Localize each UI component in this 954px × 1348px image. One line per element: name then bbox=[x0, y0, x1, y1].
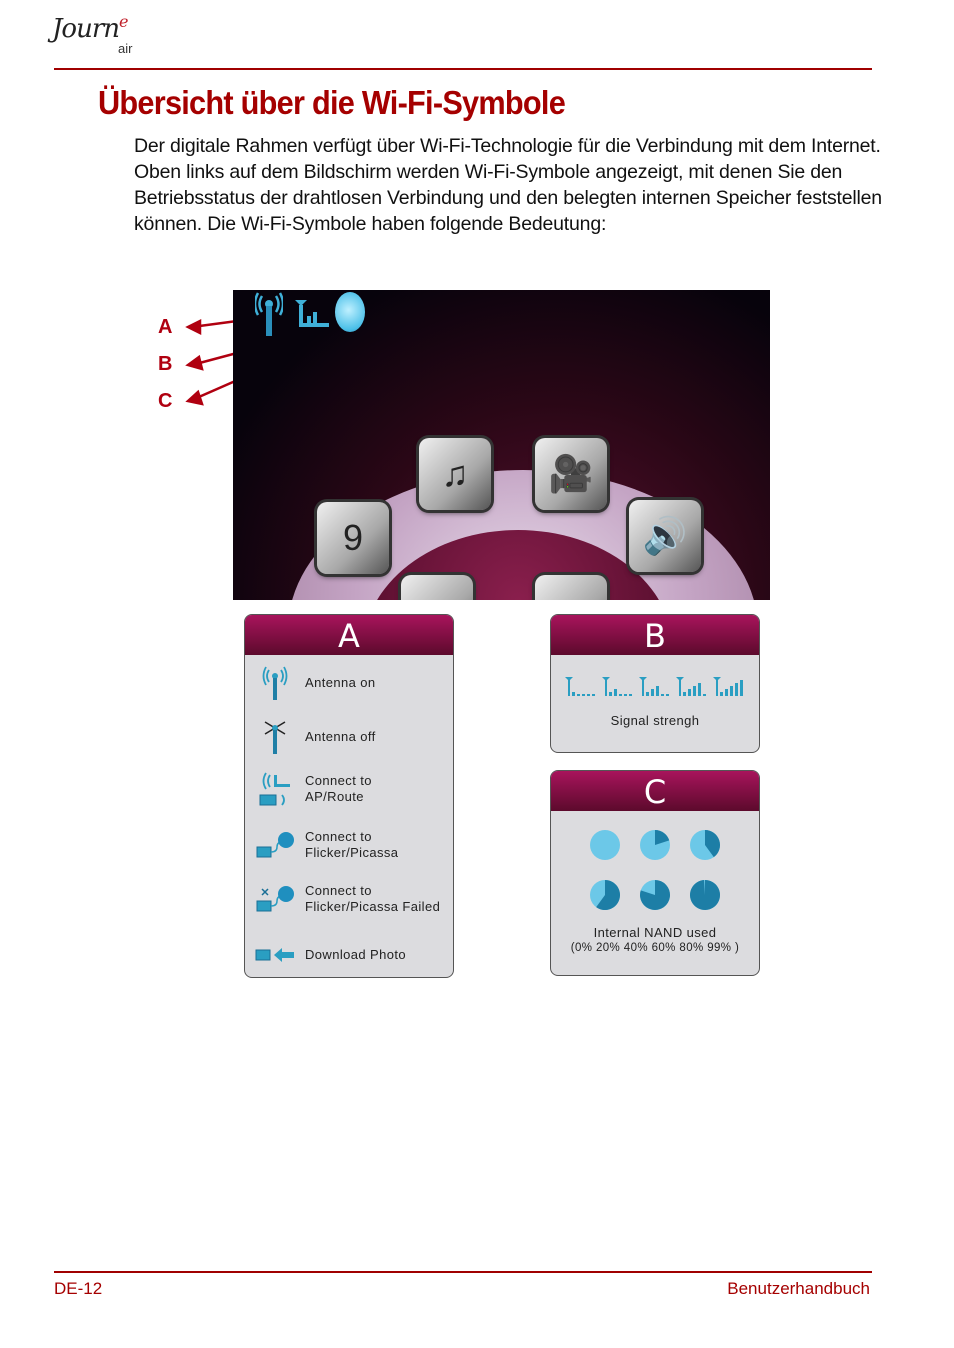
legend-item-antenna-on: Antenna on bbox=[245, 665, 453, 701]
antenna-off-icon bbox=[264, 721, 286, 754]
connect-ap-icon bbox=[259, 772, 290, 806]
nand-usage-grid bbox=[590, 830, 720, 910]
nand-caption: Internal NAND used bbox=[593, 925, 717, 940]
page-title: Übersicht über die Wi-Fi-Symbole bbox=[98, 84, 566, 121]
legend-label: Antenna on bbox=[305, 675, 376, 690]
logo-suffix: air bbox=[118, 41, 133, 56]
journe-air-logo: Journe air bbox=[52, 12, 142, 64]
signal-level-5-icon bbox=[713, 677, 743, 696]
legend-item-antenna-off: Antenna off bbox=[245, 719, 453, 755]
legend-label: Connect to Flicker/Picassa Failed bbox=[305, 883, 441, 914]
logo-script: Journe bbox=[52, 12, 129, 44]
calendar-app-tile[interactable]: 9 bbox=[317, 502, 389, 574]
connect-flickr-failed-icon bbox=[256, 886, 294, 912]
nand-usage-20-icon bbox=[640, 830, 670, 860]
signal-strength-icon bbox=[295, 300, 329, 327]
header-divider bbox=[54, 68, 872, 70]
panel-a-header: A bbox=[245, 615, 453, 655]
legend-panel-a: A Antenna on Antenna off Connect to AP/R… bbox=[244, 614, 454, 978]
signal-caption: Signal strengh bbox=[610, 713, 700, 728]
legend-item-connect-flickr: Connect to Flicker/Picassa bbox=[245, 825, 453, 865]
signal-level-1-icon bbox=[565, 677, 595, 696]
intro-paragraph: Der digitale Rahmen verfügt über Wi-Fi-T… bbox=[134, 135, 882, 235]
legend-item-connect-ap: Connect to AP/Route bbox=[245, 769, 453, 809]
device-screen: 9 ♫ 🎥 🔊 bbox=[233, 290, 770, 600]
nand-usage-0-icon bbox=[590, 830, 620, 860]
signal-levels bbox=[565, 677, 743, 696]
nand-usage-icon bbox=[335, 292, 365, 332]
manual-name: Benutzerhandbuch bbox=[727, 1279, 870, 1298]
arrowhead-a bbox=[185, 318, 202, 336]
nand-usage-80-icon bbox=[640, 880, 670, 910]
signal-level-3-icon bbox=[639, 677, 669, 696]
signal-level-4-icon bbox=[676, 677, 706, 696]
nand-usage-60-icon bbox=[590, 880, 620, 910]
photo-music-app-tile[interactable]: ♫ bbox=[419, 438, 491, 510]
legend-label: Connect to Flicker/Picassa bbox=[305, 829, 399, 860]
legend-item-connect-flickr-failed: Connect to Flicker/Picassa Failed bbox=[245, 879, 453, 919]
app-tile-lower-right[interactable] bbox=[535, 575, 607, 600]
arrowhead-b bbox=[185, 354, 204, 371]
antenna-on-icon bbox=[262, 666, 288, 700]
connect-flickr-icon bbox=[256, 832, 294, 858]
app-tile-lower-left[interactable] bbox=[401, 575, 473, 600]
page-number: DE-12 bbox=[54, 1279, 103, 1298]
panel-b-header: B bbox=[551, 615, 759, 655]
nand-usage-99-icon bbox=[690, 880, 720, 910]
legend-item-download-photo: Download Photo bbox=[245, 943, 453, 967]
legend-label: Connect to AP/Route bbox=[305, 773, 372, 804]
video-app-tile[interactable]: 🎥 bbox=[535, 438, 607, 510]
speaker-app-tile[interactable]: 🔊 bbox=[629, 500, 701, 572]
arrowhead-c bbox=[185, 389, 204, 406]
legend-panel-c: C Internal NAND used (0% 20% 40% 60% 80%… bbox=[550, 770, 760, 976]
nand-subcaption: (0% 20% 40% 60% 80% 99% ) bbox=[570, 942, 740, 954]
download-photo-icon bbox=[255, 948, 294, 962]
nand-usage-40-icon bbox=[690, 830, 720, 860]
legend-label: Download Photo bbox=[305, 947, 406, 962]
legend-panel-b: B Signal strengh bbox=[550, 614, 760, 753]
legend-label: Antenna off bbox=[305, 729, 376, 744]
footer-divider bbox=[54, 1271, 872, 1273]
signal-level-2-icon bbox=[602, 677, 632, 696]
panel-c-header: C bbox=[551, 771, 759, 811]
antenna-on-icon bbox=[255, 292, 283, 336]
